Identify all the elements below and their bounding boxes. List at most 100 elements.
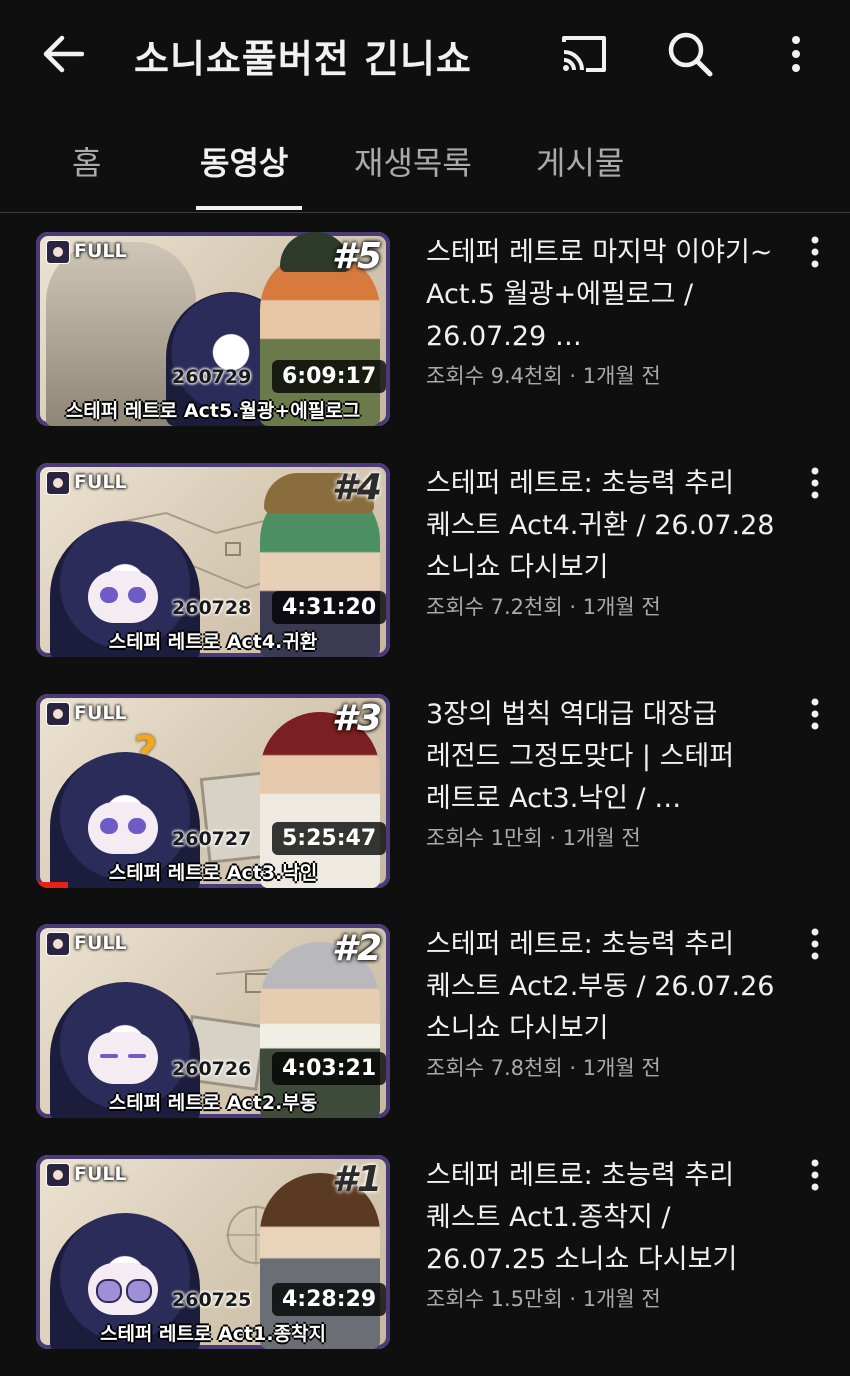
view-count: 조회수 7.8천회	[426, 1056, 563, 1080]
character-face-art	[88, 1263, 158, 1315]
video-title[interactable]: 스테퍼 레트로: 초능력 추리 퀘스트 Act4.귀환 / 26.07.28 소…	[426, 463, 796, 589]
date-code: 260729	[172, 366, 252, 388]
video-title[interactable]: 스테퍼 레트로: 초능력 추리 퀘스트 Act1.종착지 / 26.07.25 …	[426, 1155, 796, 1281]
arrow-left-icon	[43, 35, 84, 73]
badge-avatar-icon	[46, 932, 70, 956]
full-badge: FULL	[42, 1161, 133, 1187]
episode-number: #5	[331, 236, 382, 277]
upload-age: 1개월 전	[582, 1056, 661, 1080]
more-vertical-icon	[811, 928, 819, 960]
episode-number: #1	[331, 1159, 382, 1200]
cast-button[interactable]	[554, 26, 614, 82]
full-badge: FULL	[42, 469, 133, 495]
more-vertical-icon	[811, 1159, 819, 1191]
video-title[interactable]: 스테퍼 레트로: 초능력 추리 퀘스트 Act2.부동 / 26.07.26 소…	[426, 924, 796, 1050]
video-duration: 4:28:29	[272, 1283, 387, 1316]
view-count: 조회수 1만회	[426, 826, 543, 850]
video-meta: 조회수 9.4천회 · 1개월 전	[426, 360, 796, 390]
thumbnail-caption: 스테퍼 레트로 Act4.귀환	[108, 631, 318, 653]
video-menu-button[interactable]	[798, 694, 832, 734]
thumbnail-caption: 스테퍼 레트로 Act5.월광+에필로그	[65, 400, 361, 422]
thumbnail-caption: 스테퍼 레트로 Act2.부동	[108, 1092, 318, 1114]
video-meta: 조회수 1만회 · 1개월 전	[426, 822, 796, 852]
video-info[interactable]: 스테퍼 레트로: 초능력 추리 퀘스트 Act4.귀환 / 26.07.28 소…	[426, 463, 796, 621]
date-code: 260727	[172, 828, 252, 850]
more-vertical-icon	[811, 236, 819, 268]
back-button[interactable]	[36, 26, 88, 82]
character-face-art	[88, 802, 158, 854]
tab-home[interactable]: 홈	[72, 138, 101, 184]
video-meta: 조회수 7.8천회 · 1개월 전	[426, 1052, 796, 1082]
meta-separator: ·	[562, 364, 583, 388]
meta-separator: ·	[562, 1056, 583, 1080]
video-duration: 4:03:21	[272, 1052, 387, 1085]
full-badge: FULL	[42, 930, 133, 956]
search-icon	[668, 32, 713, 77]
video-item[interactable]: FULL #4 260728 4:31:20 스테퍼 레트로 Act4.귀환 스…	[0, 463, 850, 657]
video-info[interactable]: 스테퍼 레트로: 초능력 추리 퀘스트 Act2.부동 / 26.07.26 소…	[426, 924, 796, 1082]
video-item[interactable]: ? FULL #3 260727 5:25:47 스테퍼 레트로 Act3.낙인…	[0, 694, 850, 888]
video-info[interactable]: 3장의 법칙 역대급 대장급 레전드 그정도맞다 | 스테퍼 레트로 Act3.…	[426, 694, 796, 852]
video-menu-button[interactable]	[798, 924, 832, 964]
video-menu-button[interactable]	[798, 232, 832, 272]
badge-avatar-icon	[46, 471, 70, 495]
video-info[interactable]: 스테퍼 레트로: 초능력 추리 퀘스트 Act1.종착지 / 26.07.25 …	[426, 1155, 796, 1313]
video-title[interactable]: 스테퍼 레트로 마지막 이야기~ Act.5 월광+에필로그 / 26.07.2…	[426, 232, 796, 358]
meta-separator: ·	[562, 1287, 583, 1311]
full-badge: FULL	[42, 238, 133, 264]
meta-separator: ·	[562, 595, 583, 619]
cast-icon	[562, 36, 606, 72]
video-item[interactable]: FULL #5 260729 6:09:17 스테퍼 레트로 Act5.월광+에…	[0, 232, 850, 426]
watch-progress-bar	[36, 882, 68, 888]
video-meta: 조회수 1.5만회 · 1개월 전	[426, 1283, 796, 1313]
video-meta: 조회수 7.2천회 · 1개월 전	[426, 591, 796, 621]
video-menu-button[interactable]	[798, 463, 832, 503]
search-button[interactable]	[660, 26, 720, 82]
episode-number: #2	[331, 928, 382, 969]
video-thumbnail[interactable]: FULL #5 260729 6:09:17 스테퍼 레트로 Act5.월광+에…	[36, 232, 390, 426]
more-vertical-icon	[792, 36, 800, 72]
view-count: 조회수 9.4천회	[426, 364, 563, 388]
badge-avatar-icon	[46, 702, 70, 726]
video-duration: 4:31:20	[272, 591, 387, 624]
tab-videos[interactable]: 동영상	[200, 138, 288, 184]
more-options-button[interactable]	[766, 26, 826, 82]
date-code: 260725	[172, 1289, 252, 1311]
tab-posts[interactable]: 게시물	[536, 138, 624, 184]
video-duration: 6:09:17	[272, 360, 387, 393]
character-face-art	[88, 571, 158, 623]
video-thumbnail[interactable]: FULL #1 260725 4:28:29 스테퍼 레트로 Act1.종착지	[36, 1155, 390, 1349]
badge-avatar-icon	[46, 1163, 70, 1187]
full-badge: FULL	[42, 700, 133, 726]
channel-title: 소니쇼풀버전 긴니쇼	[134, 37, 472, 81]
video-item[interactable]: FULL #1 260725 4:28:29 스테퍼 레트로 Act1.종착지 …	[0, 1155, 850, 1349]
date-code: 260728	[172, 597, 252, 619]
view-count: 조회수 1.5만회	[426, 1287, 563, 1311]
video-duration: 5:25:47	[272, 822, 387, 855]
tab-playlists[interactable]: 재생목록	[354, 138, 472, 184]
thumbnail-caption: 스테퍼 레트로 Act3.낙인	[108, 862, 318, 884]
meta-separator: ·	[542, 826, 563, 850]
top-app-bar: 소니쇼풀버전 긴니쇼	[0, 0, 850, 110]
video-menu-button[interactable]	[798, 1155, 832, 1195]
view-count: 조회수 7.2천회	[426, 595, 563, 619]
video-info[interactable]: 스테퍼 레트로 마지막 이야기~ Act.5 월광+에필로그 / 26.07.2…	[426, 232, 796, 390]
more-vertical-icon	[811, 467, 819, 499]
video-thumbnail[interactable]: FULL #4 260728 4:31:20 스테퍼 레트로 Act4.귀환	[36, 463, 390, 657]
badge-avatar-icon	[46, 240, 70, 264]
video-thumbnail[interactable]: ? FULL #3 260727 5:25:47 스테퍼 레트로 Act3.낙인	[36, 694, 390, 888]
thumbnail-caption: 스테퍼 레트로 Act1.종착지	[99, 1323, 327, 1345]
episode-number: #4	[331, 467, 382, 508]
character-face-art	[88, 1032, 158, 1084]
active-tab-indicator	[196, 206, 302, 210]
upload-age: 1개월 전	[582, 364, 661, 388]
date-code: 260726	[172, 1058, 252, 1080]
video-thumbnail[interactable]: FULL #2 260726 4:03:21 스테퍼 레트로 Act2.부동	[36, 924, 390, 1118]
upload-age: 1개월 전	[562, 826, 641, 850]
episode-number: #3	[331, 698, 382, 739]
video-title[interactable]: 3장의 법칙 역대급 대장급 레전드 그정도맞다 | 스테퍼 레트로 Act3.…	[426, 694, 796, 820]
upload-age: 1개월 전	[582, 1287, 661, 1311]
video-item[interactable]: FULL #2 260726 4:03:21 스테퍼 레트로 Act2.부동 스…	[0, 924, 850, 1118]
channel-tabs: 홈 동영상 재생목록 게시물	[0, 126, 850, 213]
more-vertical-icon	[811, 698, 819, 730]
